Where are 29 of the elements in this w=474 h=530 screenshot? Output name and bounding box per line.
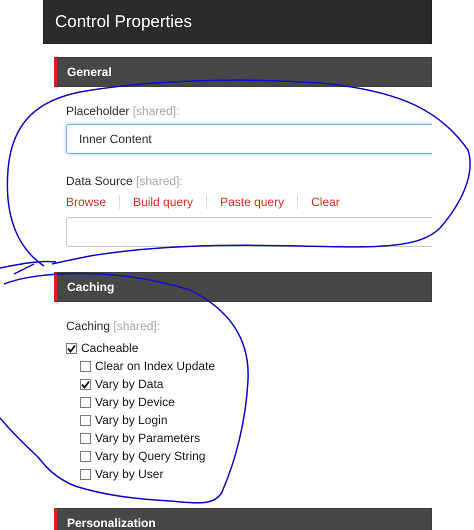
- field-label: Caching [shared]:: [66, 318, 162, 334]
- checkbox-label: Clear on Index Update: [95, 358, 216, 375]
- checkbox[interactable]: [80, 450, 91, 462]
- checkbox[interactable]: [80, 414, 91, 426]
- input-field[interactable]: [66, 217, 432, 247]
- section-title: Personalization: [67, 515, 156, 530]
- link[interactable]: Browse: [66, 194, 106, 210]
- window-title: Control Properties: [55, 11, 192, 34]
- field-label: Data Source [shared]:: [66, 173, 184, 189]
- checkbox-label: Cacheable: [81, 340, 138, 357]
- checkbox[interactable]: [80, 432, 91, 444]
- checkbox[interactable]: [80, 360, 91, 372]
- link[interactable]: Build query: [133, 194, 194, 210]
- input-field[interactable]: Inner Content: [66, 124, 432, 154]
- checkbox[interactable]: [80, 396, 91, 408]
- checkbox-label: Vary by Query String: [95, 448, 206, 465]
- checkbox-label: Vary by Login: [95, 412, 168, 429]
- checkbox-label: Vary by Data: [95, 376, 164, 393]
- checkbox[interactable]: [80, 468, 91, 480]
- link[interactable]: Clear: [311, 194, 340, 210]
- section-title: General: [67, 64, 112, 81]
- checkbox-label: Vary by Device: [95, 394, 175, 411]
- field-label: Placeholder [shared]:: [66, 103, 180, 119]
- checkbox[interactable]: [66, 342, 77, 354]
- section-title: Caching: [67, 279, 114, 296]
- link[interactable]: Paste query: [220, 194, 284, 210]
- checkbox-label: Vary by User: [95, 466, 164, 483]
- checkbox[interactable]: [80, 378, 91, 390]
- checkbox-label: Vary by Parameters: [95, 430, 200, 447]
